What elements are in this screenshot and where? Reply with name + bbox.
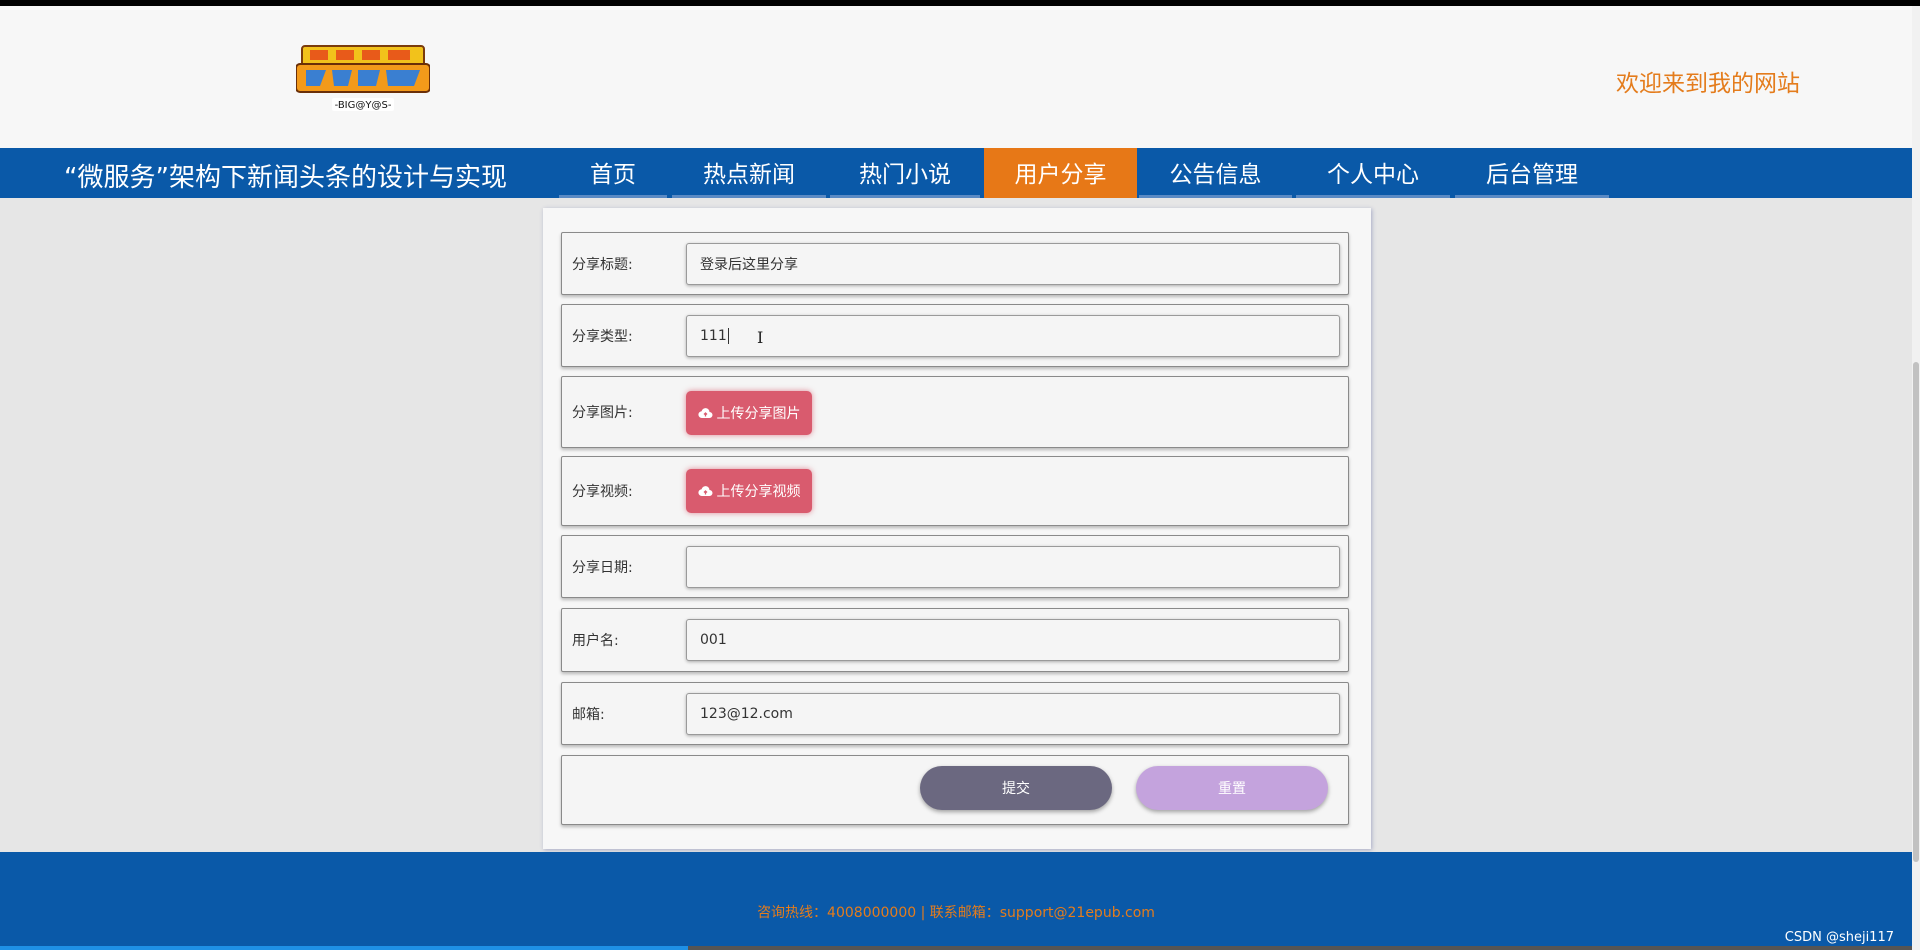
nav-item-home[interactable]: 首页 bbox=[559, 148, 667, 198]
page-load-progress bbox=[0, 946, 1912, 950]
main-nav: “微服务”架构下新闻头条的设计与实现 首页 热点新闻 热门小说 用户分享 公告信… bbox=[0, 148, 1912, 198]
csdn-watermark: CSDN @sheji117 bbox=[1784, 930, 1894, 945]
title-input[interactable]: 登录后这里分享 bbox=[686, 243, 1340, 285]
type-input-value: 111 bbox=[700, 328, 727, 344]
form-row-date: 分享日期: bbox=[561, 535, 1349, 598]
text-caret bbox=[727, 328, 729, 344]
form-row-username: 用户名: 001 bbox=[561, 608, 1349, 672]
type-label: 分享类型: bbox=[572, 328, 633, 345]
username-input[interactable]: 001 bbox=[686, 619, 1340, 661]
username-label: 用户名: bbox=[572, 633, 619, 649]
upload-video-label: 上传分享视频 bbox=[716, 484, 801, 500]
form-row-image: 分享图片: 上传分享图片 bbox=[561, 376, 1349, 448]
date-label: 分享日期: bbox=[572, 559, 633, 576]
nav-item-popular-novels[interactable]: 热门小说 bbox=[830, 148, 980, 198]
nav-item-personal-center[interactable]: 个人中心 bbox=[1296, 148, 1450, 198]
email-label: 邮箱: bbox=[572, 706, 605, 723]
cloud-upload-icon bbox=[697, 486, 712, 497]
ibeam-cursor-icon: I bbox=[757, 328, 764, 347]
cloud-upload-icon bbox=[697, 408, 712, 419]
form-row-video: 分享视频: 上传分享视频 bbox=[561, 456, 1349, 526]
page-scrollbar[interactable] bbox=[1912, 6, 1920, 950]
upload-image-label: 上传分享图片 bbox=[716, 406, 801, 422]
form-row-email: 邮箱: 123@12.com bbox=[561, 682, 1349, 745]
nav-item-hot-news[interactable]: 热点新闻 bbox=[672, 148, 826, 198]
username-input-value: 001 bbox=[700, 632, 727, 648]
footer: 咨询热线：4008000000 | 联系邮箱：support@21epub.co… bbox=[0, 852, 1912, 950]
header: -BIG@Y@S- 欢迎来到我的网站 bbox=[0, 6, 1912, 148]
site-logo[interactable]: -BIG@Y@S- bbox=[296, 44, 430, 114]
title-label: 分享标题: bbox=[572, 256, 633, 273]
site-title: “微服务”架构下新闻头条的设计与实现 bbox=[64, 163, 507, 193]
type-input[interactable]: 111 I bbox=[686, 315, 1340, 357]
upload-image-button[interactable]: 上传分享图片 bbox=[686, 391, 812, 435]
submit-button[interactable]: 提交 bbox=[920, 766, 1112, 810]
form-row-type: 分享类型: 111 I bbox=[561, 304, 1349, 367]
email-input-value: 123@12.com bbox=[700, 706, 793, 722]
page: -BIG@Y@S- 欢迎来到我的网站 “微服务”架构下新闻头条的设计与实现 首页… bbox=[0, 6, 1912, 950]
page-scrollbar-thumb[interactable] bbox=[1913, 362, 1919, 862]
date-input[interactable] bbox=[686, 546, 1340, 588]
nav-item-admin[interactable]: 后台管理 bbox=[1455, 148, 1609, 198]
video-label: 分享视频: bbox=[572, 484, 633, 500]
upload-video-button[interactable]: 上传分享视频 bbox=[686, 469, 812, 513]
page-load-progress-fill bbox=[0, 946, 689, 950]
form-row-title: 分享标题: 登录后这里分享 bbox=[561, 232, 1349, 295]
form-row-actions: 提交 重置 bbox=[561, 755, 1349, 825]
footer-contact: 咨询热线：4008000000 | 联系邮箱：support@21epub.co… bbox=[757, 905, 1155, 921]
welcome-text: 欢迎来到我的网站 bbox=[1616, 71, 1800, 97]
title-input-value: 登录后这里分享 bbox=[700, 257, 798, 273]
nav-item-user-share[interactable]: 用户分享 bbox=[984, 148, 1137, 198]
nav-item-announcements[interactable]: 公告信息 bbox=[1139, 148, 1292, 198]
share-form: 分享标题: 登录后这里分享 分享类型: 111 I 分享图片: 上传分享图片 分… bbox=[543, 208, 1371, 849]
email-input[interactable]: 123@12.com bbox=[686, 693, 1340, 735]
reset-button[interactable]: 重置 bbox=[1136, 766, 1328, 810]
logo-caption: -BIG@Y@S- bbox=[335, 100, 392, 111]
image-label: 分享图片: bbox=[572, 405, 633, 421]
